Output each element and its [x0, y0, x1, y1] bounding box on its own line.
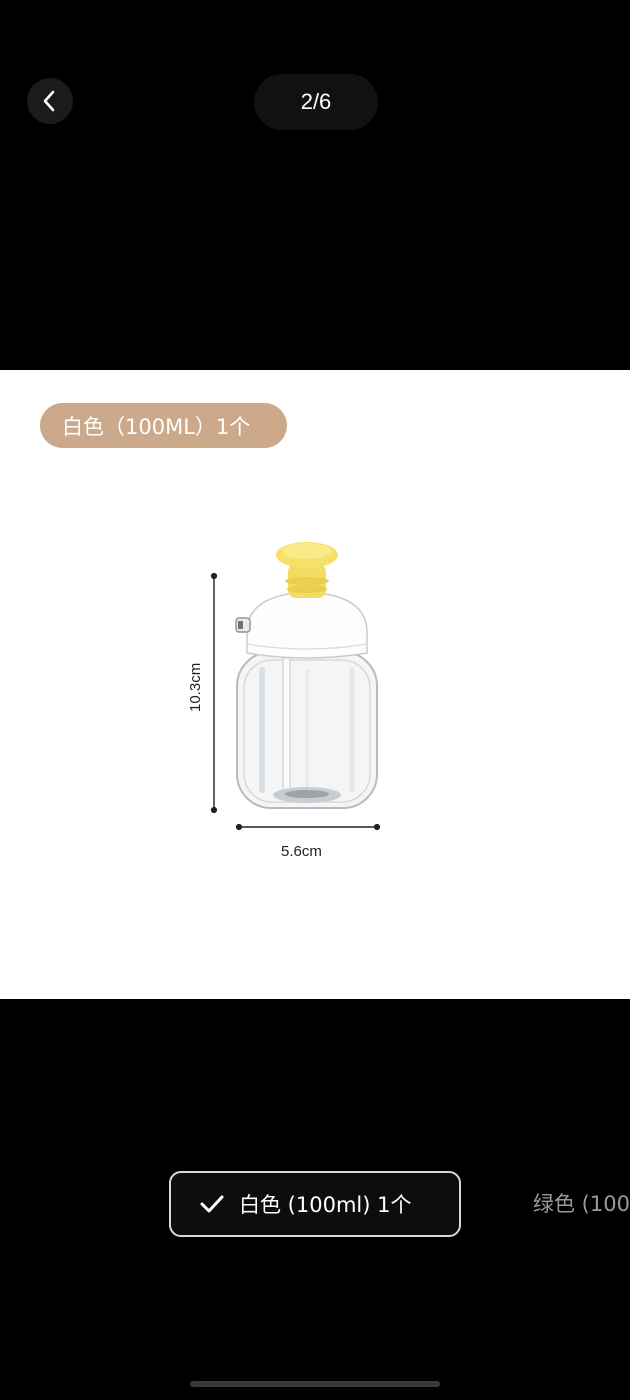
yellow-pump-top: [276, 542, 338, 598]
white-cap: [235, 591, 368, 659]
chevron-left-icon: [43, 90, 55, 112]
checkmark-icon: [199, 1193, 225, 1215]
height-dimension-line: [210, 572, 218, 814]
variant-option-selected[interactable]: 白色 (100ml) 1个: [169, 1171, 461, 1237]
height-label: 10.3cm: [187, 662, 204, 712]
glass-jar: [236, 651, 378, 809]
width-dimension-line: [235, 823, 381, 831]
image-counter: 2/6: [254, 74, 378, 130]
spec-label-pill: 白色（100ML）1个: [40, 403, 287, 448]
variant-option-green[interactable]: 绿色 (100: [533, 1188, 630, 1218]
product-illustration: [210, 542, 381, 831]
back-button[interactable]: [27, 78, 73, 124]
width-label: 5.6cm: [281, 843, 322, 860]
variant-selected-label: 白色 (100ml) 1个: [239, 1193, 412, 1217]
product-image[interactable]: 白色（100ML）1个 5.6cm 10.3cm: [0, 370, 630, 999]
home-indicator: [190, 1381, 440, 1387]
